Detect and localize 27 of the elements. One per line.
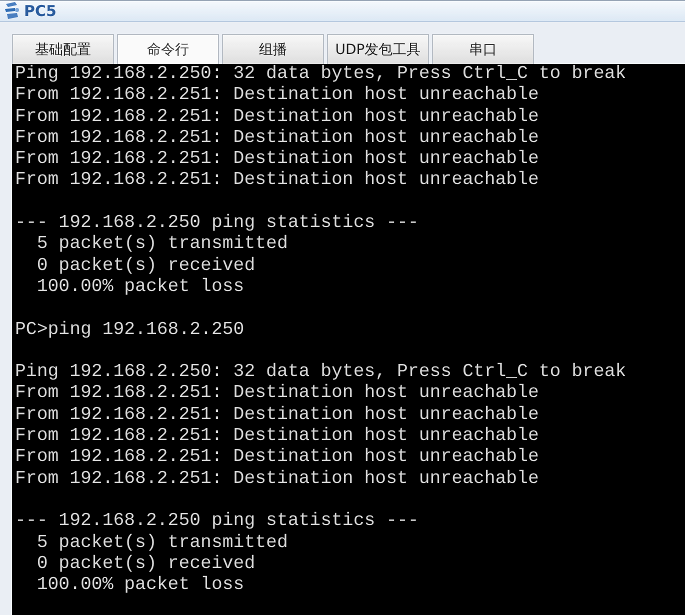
tab[interactable]: UDP发包工具	[327, 34, 429, 64]
console-line: 5 packet(s) transmitted	[36, 532, 288, 554]
console-line: From 192.168.2.251: Destination host unreachable	[15, 85, 539, 107]
console-line: 0 packet(s) received	[36, 256, 256, 277]
console-line: From 192.168.2.251: Destination host unreachable	[15, 106, 539, 128]
tab[interactable]: 组播	[222, 34, 324, 64]
tab[interactable]: 命令行	[117, 34, 219, 64]
console-line: 0 packet(s) received	[36, 554, 256, 576]
console-line: PC>ping 192.168.2.250	[15, 320, 244, 341]
window-title: PC5	[24, 2, 56, 20]
console-line: Ping 192.168.2.250: 32 data bytes, Press Ctrl_C to break	[15, 64, 626, 86]
tab[interactable]: 基础配置	[12, 34, 114, 64]
console-line: From 192.168.2.251: Destination host unreachable	[15, 426, 539, 448]
console-line: --- 192.168.2.250 ping statistics ---	[15, 511, 419, 533]
console-line: --- 192.168.2.250 ping statistics ---	[15, 213, 419, 234]
console-line: 100.00% packet loss	[36, 575, 244, 596]
console-line: From 192.168.2.251: Destination host unreachable	[15, 149, 539, 170]
console-line: 100.00% packet loss	[36, 276, 244, 298]
console-line: From 192.168.2.251: Destination host unreachable	[15, 383, 539, 405]
tab[interactable]: 串口	[432, 34, 534, 64]
console-line: Ping 192.168.2.250: 32 data bytes, Press Ctrl_C to break	[15, 362, 626, 384]
console-line: From 192.168.2.251: Destination host unreachable	[15, 468, 539, 490]
console-line: From 192.168.2.251: Destination host unreachable	[15, 404, 539, 426]
console-line: From 192.168.2.251: Destination host unreachable	[15, 128, 539, 150]
console-line: From 192.168.2.251: Destination host unreachable	[15, 447, 539, 469]
console-line: 5 packet(s) transmitted	[36, 234, 288, 256]
console-line: From 192.168.2.251: Destination host unreachable	[15, 170, 539, 192]
